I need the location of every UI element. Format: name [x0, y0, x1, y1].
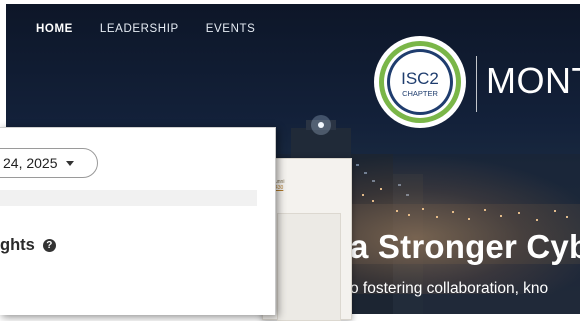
document-content-area	[277, 213, 341, 321]
section-title: ghts ?	[0, 236, 56, 255]
logo-text-isc2: ISC2	[401, 69, 439, 88]
logo-text-chapter: CHAPTER	[402, 89, 438, 98]
panel-divider-bar	[0, 190, 257, 206]
hero-headline: a Stronger Cyb	[350, 228, 580, 265]
help-circle-icon[interactable]: ?	[42, 239, 56, 252]
date-selector[interactable]: 24, 2025	[0, 148, 98, 178]
document-snippet: unni 430	[275, 179, 284, 191]
date-label: 24, 2025	[3, 155, 58, 171]
main-nav: HOME LEADERSHIP EVENTS	[36, 23, 255, 35]
nav-item-home[interactable]: HOME	[36, 23, 73, 35]
section-title-text: ghts	[0, 236, 35, 254]
chapter-name: MONT	[486, 60, 580, 101]
isc2-chapter-logo[interactable]: ISC2 CHAPTER	[372, 34, 468, 130]
hero-subline: o fostering collaboration, kno	[350, 280, 549, 297]
popup-panel: 24, 2025 ghts ?	[0, 127, 276, 315]
document-link[interactable]: 430	[275, 185, 284, 191]
nav-item-leadership[interactable]: LEADERSHIP	[100, 23, 179, 35]
nav-item-events[interactable]: EVENTS	[206, 23, 256, 35]
caret-down-icon	[65, 160, 74, 166]
logo-divider	[476, 56, 477, 112]
